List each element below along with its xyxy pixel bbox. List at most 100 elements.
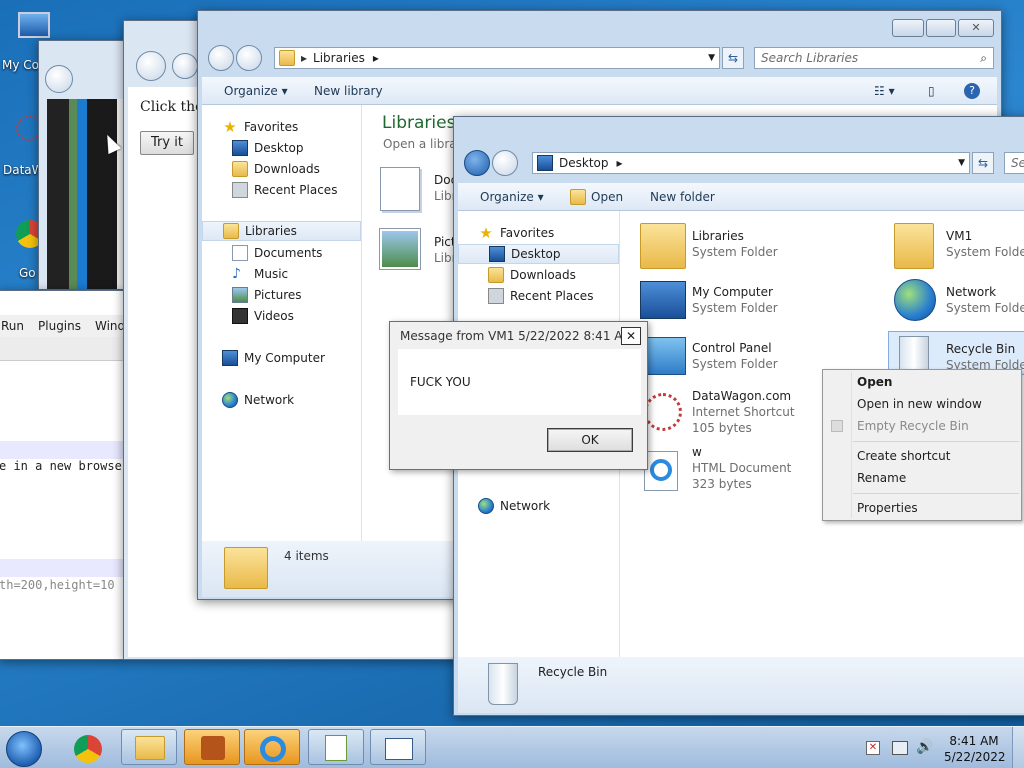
close-button[interactable]: ✕ <box>958 19 994 37</box>
explorer-taskbar-button[interactable] <box>121 729 177 765</box>
item-title: My Computer <box>692 285 773 299</box>
item-datawagon[interactable]: DataWagon.com Internet Shortcut 105 byte… <box>640 389 840 441</box>
search-input[interactable]: Se <box>1004 152 1024 174</box>
item-title: Recycle Bin <box>946 342 1016 356</box>
libraries-large-icon <box>224 547 268 589</box>
menu-create-shortcut[interactable]: Create shortcut <box>857 449 950 463</box>
organize-button[interactable]: Organize ▾ <box>224 77 288 104</box>
start-button[interactable] <box>6 731 42 767</box>
back-button[interactable] <box>45 65 73 93</box>
media-player-icon <box>201 736 225 760</box>
recent-places-icon <box>232 182 248 198</box>
network-tray-icon[interactable] <box>892 741 908 755</box>
forward-button[interactable] <box>172 53 198 79</box>
flag-icon[interactable]: ✕ <box>866 741 880 755</box>
refresh-button[interactable]: ⇆ <box>722 47 744 69</box>
item-vm1[interactable]: VM1 System Folder <box>894 221 1024 273</box>
back-button[interactable] <box>136 51 166 81</box>
nav-network[interactable]: Network <box>458 496 619 516</box>
nav-libraries[interactable]: Libraries <box>202 221 361 241</box>
library-item-pictures[interactable]: Pict Libr <box>380 229 460 279</box>
breadcrumb-arrow[interactable]: ▸ <box>617 156 623 170</box>
item-count: 4 items <box>284 549 329 563</box>
taskbar: ✕ 🔊 8:41 AM 5/22/2022 <box>0 726 1024 768</box>
back-button[interactable] <box>464 150 490 176</box>
new-folder-button[interactable]: New folder <box>650 183 715 210</box>
menu-run[interactable]: Run <box>1 319 24 333</box>
refresh-button[interactable]: ⇆ <box>972 152 994 174</box>
nav-recent-places[interactable]: Recent Places <box>202 180 361 200</box>
dropdown-arrow-icon[interactable]: ▼ <box>708 53 715 63</box>
show-desktop-button[interactable] <box>1012 727 1024 768</box>
view-options-icon[interactable]: ☷ ▾ <box>874 77 895 104</box>
item-w-html[interactable]: w HTML Document 323 bytes <box>640 445 840 497</box>
nav-desktop[interactable]: Desktop <box>458 244 619 264</box>
nav-my-computer[interactable]: My Computer <box>202 348 361 368</box>
item-libraries[interactable]: Libraries System Folder <box>640 221 840 273</box>
nav-favorites[interactable]: ★ Favorites <box>458 223 619 243</box>
menu-open[interactable]: Open <box>857 375 892 389</box>
library-item-documents[interactable]: Doc Libr <box>380 167 460 217</box>
menu-plugins[interactable]: Plugins <box>38 319 81 333</box>
volume-icon[interactable]: 🔊 <box>916 739 933 755</box>
address-bar[interactable]: Desktop ▸ ▼ <box>532 152 970 174</box>
documents-icon <box>232 245 248 261</box>
user-folder-icon <box>894 223 934 269</box>
selected-item-name: Recycle Bin <box>538 665 608 679</box>
item-sub: Internet Shortcut <box>692 405 795 419</box>
ie-taskbar-button[interactable] <box>244 729 300 765</box>
help-icon[interactable]: ? <box>964 77 980 104</box>
nav-documents[interactable]: Documents <box>202 243 361 263</box>
new-library-button[interactable]: New library <box>314 77 383 104</box>
editor-window[interactable]: Run Plugins Windo e in a new browse th=2… <box>0 290 133 660</box>
try-it-button[interactable]: Try it <box>140 131 194 155</box>
nav-desktop[interactable]: Desktop <box>202 138 361 158</box>
desktop-icon <box>537 155 553 171</box>
menu-empty-recycle-bin[interactable]: Empty Recycle Bin <box>857 419 969 433</box>
nav-favorites[interactable]: ★ Favorites <box>202 117 361 137</box>
network-icon <box>478 498 494 514</box>
search-input[interactable]: Search Libraries ⌕ <box>754 47 994 69</box>
editor-line-highlight <box>0 559 125 577</box>
breadcrumb-libraries[interactable]: Libraries <box>313 51 365 65</box>
maximize-button[interactable] <box>926 19 956 37</box>
address-bar[interactable]: ▸ Libraries ▸ ▼ <box>274 47 720 69</box>
notepadpp-taskbar-button[interactable] <box>308 729 364 765</box>
star-icon: ★ <box>223 118 237 136</box>
editor-toolbar <box>0 337 125 361</box>
recycle-bin-large-icon <box>488 663 518 705</box>
nav-pictures[interactable]: Pictures <box>202 285 361 305</box>
app-taskbar-button[interactable] <box>370 729 426 765</box>
dialog-close-button[interactable]: ✕ <box>621 327 641 345</box>
nav-music[interactable]: ♪ Music <box>202 264 361 284</box>
menu-properties[interactable]: Properties <box>857 501 918 515</box>
forward-button[interactable] <box>492 150 518 176</box>
menu-rename[interactable]: Rename <box>857 471 906 485</box>
menu-open-new-window[interactable]: Open in new window <box>857 397 982 411</box>
item-sub: System Folder <box>692 301 778 315</box>
organize-button[interactable]: Organize ▾ <box>480 183 544 210</box>
nav-network[interactable]: Network <box>202 390 361 410</box>
breadcrumb-desktop[interactable]: Desktop <box>559 156 609 170</box>
folder-open-icon <box>570 188 586 205</box>
nav-downloads[interactable]: Downloads <box>458 265 619 285</box>
minimize-button[interactable] <box>892 19 924 37</box>
forward-button[interactable] <box>236 45 262 71</box>
breadcrumb-arrow[interactable]: ▸ <box>373 51 379 65</box>
media-player-taskbar-button[interactable] <box>184 729 240 765</box>
dialog-ok-button[interactable]: OK <box>547 428 633 452</box>
dropdown-arrow-icon[interactable]: ▼ <box>958 158 965 168</box>
back-button[interactable] <box>208 45 234 71</box>
item-control-panel[interactable]: Control Panel System Folder <box>640 333 840 385</box>
preview-pane-icon[interactable]: ▯ <box>928 77 935 104</box>
open-button[interactable]: Open <box>570 183 623 210</box>
item-my-computer[interactable]: My Computer System Folder <box>640 277 840 329</box>
nav-downloads[interactable]: Downloads <box>202 159 361 179</box>
nav-recent-places[interactable]: Recent Places <box>458 286 619 306</box>
item-network[interactable]: Network System Folder <box>894 277 1024 329</box>
chrome-icon[interactable] <box>74 735 102 763</box>
clock[interactable]: 8:41 AM 5/22/2022 <box>944 733 1006 765</box>
nav-videos[interactable]: Videos <box>202 306 361 326</box>
search-placeholder: Search Libraries <box>761 51 859 65</box>
search-icon[interactable]: ⌕ <box>980 48 987 68</box>
